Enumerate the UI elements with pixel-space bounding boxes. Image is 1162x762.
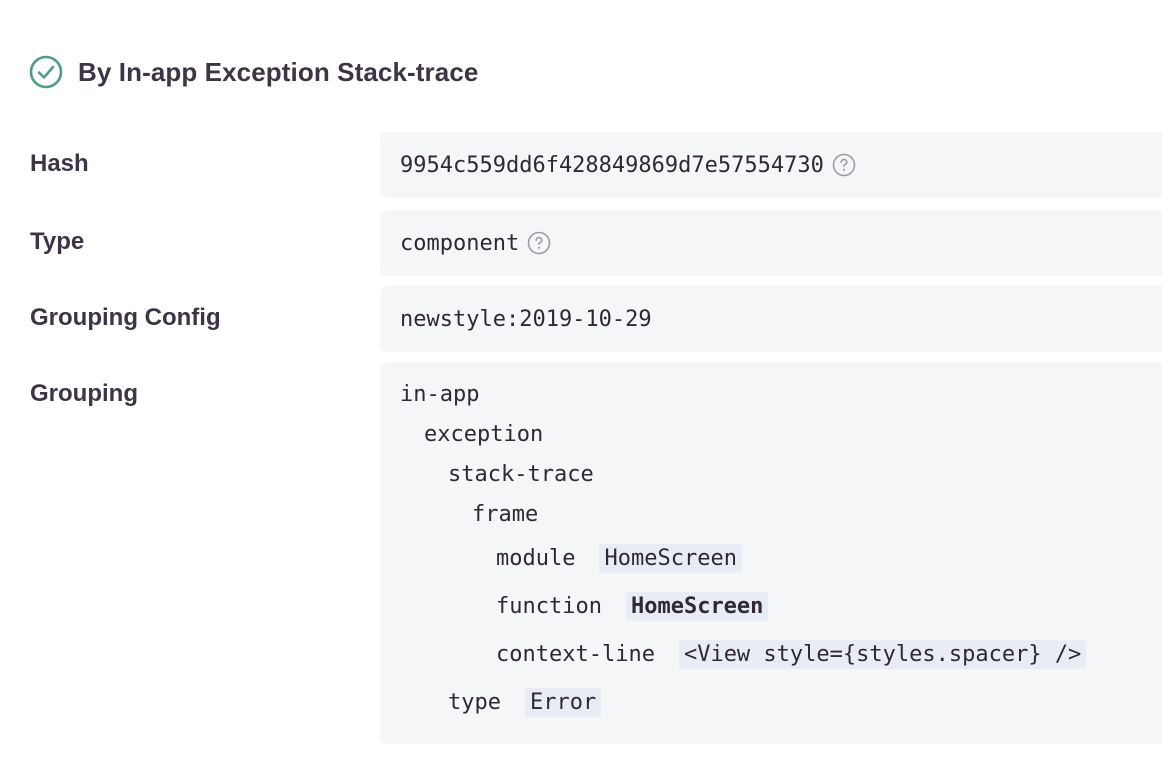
question-circle-icon[interactable] <box>527 231 551 255</box>
grouping-variant-panel: By In-app Exception Stack-trace Hash 995… <box>0 0 1162 762</box>
tree-value: HomeScreen <box>599 543 742 573</box>
tree-key: function <box>496 593 602 619</box>
type-value-box: component <box>380 210 1162 276</box>
tree-node-context-line: context-line <View style={styles.spacer}… <box>496 637 1087 671</box>
variant-header: By In-app Exception Stack-trace <box>29 54 478 90</box>
tree-key: stack-trace <box>448 461 594 487</box>
check-circle-icon <box>29 55 63 89</box>
tree-value: <View style={styles.spacer} /> <box>678 639 1087 669</box>
tree-node-stack-trace: stack-trace <box>448 457 594 491</box>
type-label: Type <box>30 228 85 255</box>
tree-node-exception: exception <box>424 417 543 451</box>
grouping-config-value: newstyle:2019-10-29 <box>400 306 652 332</box>
grouping-config-label: Grouping Config <box>30 304 221 331</box>
tree-node-frame: frame <box>472 497 538 531</box>
tree-value: HomeScreen <box>625 591 769 621</box>
tree-node-in-app: in-app <box>400 377 479 411</box>
tree-key: type <box>448 689 501 715</box>
variant-title: By In-app Exception Stack-trace <box>78 56 479 87</box>
question-circle-icon[interactable] <box>832 153 856 177</box>
grouping-tree-box: in-app exception stack-trace frame modul… <box>380 362 1162 744</box>
tree-key: context-line <box>496 641 655 667</box>
tree-key: in-app <box>400 381 480 407</box>
tree-node-module: module HomeScreen <box>496 541 742 575</box>
tree-value: Error <box>524 687 602 717</box>
type-value: component <box>400 230 520 256</box>
tree-node-type: type Error <box>448 685 602 719</box>
grouping-config-value-box: newstyle:2019-10-29 <box>380 286 1162 352</box>
grouping-label: Grouping <box>30 380 138 407</box>
tree-key: module <box>496 545 576 571</box>
hash-value-box: 9954c559dd6f428849869d7e57554730 <box>380 132 1162 198</box>
tree-key: exception <box>424 421 544 447</box>
tree-node-function: function HomeScreen <box>496 589 769 623</box>
tree-key: frame <box>472 501 539 527</box>
hash-label: Hash <box>30 150 89 177</box>
hash-value: 9954c559dd6f428849869d7e57554730 <box>400 152 824 178</box>
